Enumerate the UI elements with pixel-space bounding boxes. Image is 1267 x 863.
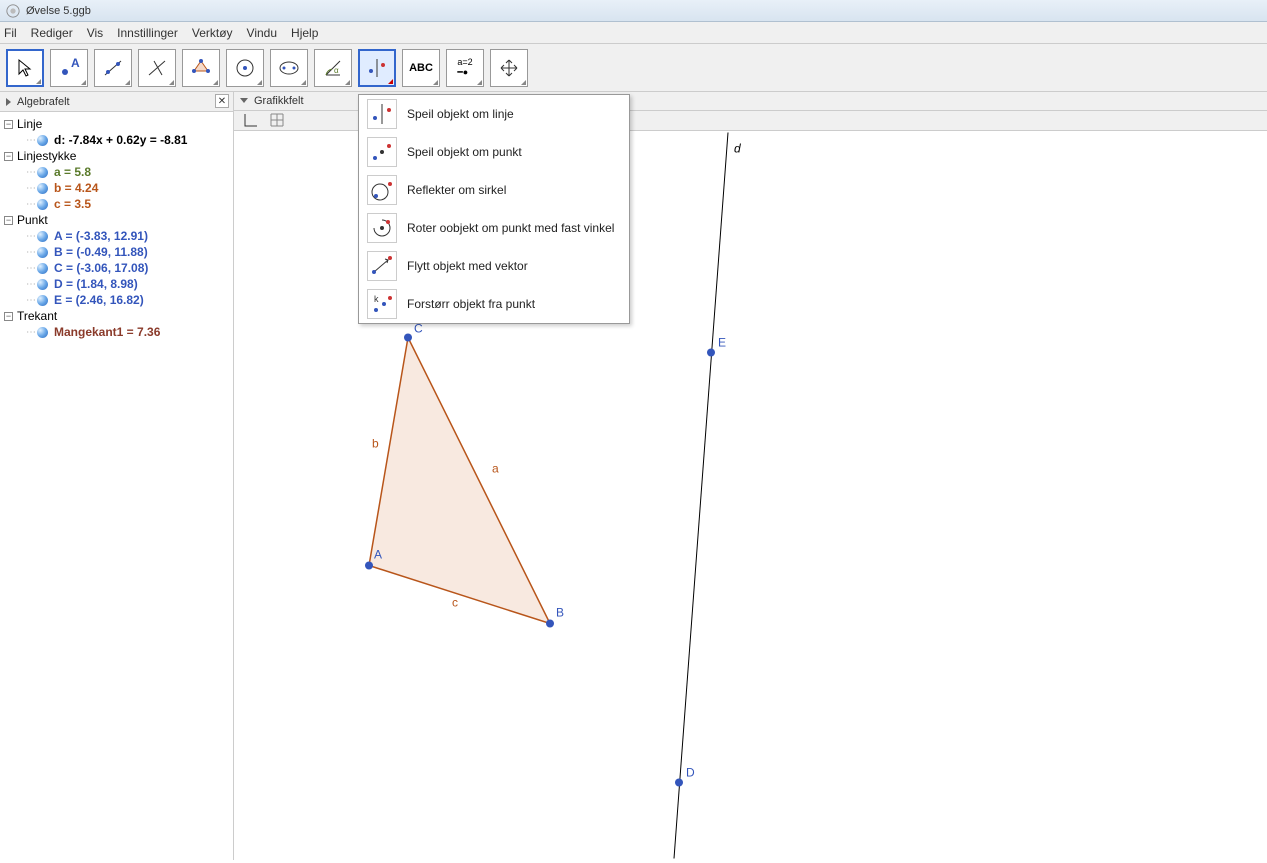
angle-icon: α [322, 57, 344, 79]
polygon-icon [190, 57, 212, 79]
tree-item-b[interactable]: ⋯b = 4.24 [2, 180, 231, 196]
tool-circle[interactable] [226, 49, 264, 87]
dd-rotate[interactable]: Roter oobjekt om punkt med fast vinkel [359, 209, 629, 247]
svg-text:k: k [374, 294, 379, 304]
menu-rediger[interactable]: Rediger [31, 26, 73, 40]
label-point-e: E [718, 336, 726, 350]
collapse-icon [240, 98, 248, 103]
label-side-c: c [452, 596, 458, 610]
label-point-d: D [686, 766, 695, 780]
close-algebra-button[interactable]: ✕ [215, 94, 229, 108]
dd-label: Flytt objekt med vektor [407, 259, 528, 273]
tree-item-pA[interactable]: ⋯A = (-3.83, 12.91) [2, 228, 231, 244]
tree-category-linje[interactable]: −Linje [2, 116, 231, 132]
dd-reflect-point[interactable]: Speil objekt om punkt [359, 133, 629, 171]
line-d[interactable] [674, 133, 728, 859]
tool-move[interactable] [6, 49, 44, 87]
tree-category-trekant[interactable]: −Trekant [2, 308, 231, 324]
reflect-point-icon [370, 140, 394, 164]
reflect-circle-icon [370, 178, 394, 202]
svg-text:α: α [334, 66, 339, 75]
app-icon [6, 4, 20, 18]
tree-item-pE[interactable]: ⋯E = (2.46, 16.82) [2, 292, 231, 308]
label-point-a: A [374, 548, 382, 562]
tree-item-mangekant[interactable]: ⋯Mangekant1 = 7.36 [2, 324, 231, 340]
tool-perpendicular[interactable] [138, 49, 176, 87]
menu-innstillinger[interactable]: Innstillinger [117, 26, 178, 40]
dilate-icon: k [370, 292, 394, 316]
window-titlebar: Øvelse 5.ggb [0, 0, 1267, 22]
circle-icon [234, 57, 256, 79]
graphics-title: Grafikkfelt [254, 95, 304, 107]
label-d: d [734, 142, 741, 156]
tool-slider[interactable]: a=2━● [446, 49, 484, 87]
reflect-line-icon [366, 57, 388, 79]
point-d[interactable] [675, 779, 683, 787]
menu-verktoy[interactable]: Verktøy [192, 26, 233, 40]
tool-polygon[interactable] [182, 49, 220, 87]
tree-category-linjestykke[interactable]: −Linjestykke [2, 148, 231, 164]
algebra-header[interactable]: Algebrafelt ✕ [0, 92, 233, 112]
dd-label: Forstørr objekt fra punkt [407, 297, 535, 311]
text-icon: ABC [409, 62, 433, 74]
algebra-panel: Algebrafelt ✕ −Linje ⋯d: -7.84x + 0.62y … [0, 92, 234, 860]
dd-label: Speil objekt om punkt [407, 145, 522, 159]
point-b[interactable] [546, 620, 554, 628]
move-view-icon [498, 57, 520, 79]
algebra-tree: −Linje ⋯d: -7.84x + 0.62y = -8.81 −Linje… [0, 112, 233, 344]
menubar: Fil Rediger Vis Innstillinger Verktøy Vi… [0, 22, 1267, 44]
svg-text:A: A [71, 57, 80, 70]
dd-reflect-line[interactable]: Speil objekt om linje [359, 95, 629, 133]
triangle-polygon[interactable] [369, 338, 550, 624]
menu-vindu[interactable]: Vindu [247, 26, 277, 40]
point-icon: A [58, 57, 80, 79]
toolbar: A α ABC a=2━● [0, 44, 1267, 92]
menu-hjelp[interactable]: Hjelp [291, 26, 318, 40]
dd-label: Roter oobjekt om punkt med fast vinkel [407, 221, 614, 235]
algebra-title: Algebrafelt [17, 96, 70, 108]
tool-move-view[interactable] [490, 49, 528, 87]
tree-item-d[interactable]: ⋯d: -7.84x + 0.62y = -8.81 [2, 132, 231, 148]
slider-icon: a=2━● [457, 57, 472, 78]
tool-angle[interactable]: α [314, 49, 352, 87]
perpendicular-icon [146, 57, 168, 79]
point-c[interactable] [404, 334, 412, 342]
line-icon [102, 57, 124, 79]
point-a[interactable] [365, 562, 373, 570]
translate-icon [370, 254, 394, 278]
tree-item-c[interactable]: ⋯c = 3.5 [2, 196, 231, 212]
menu-fil[interactable]: Fil [4, 26, 17, 40]
grid-toggle-icon[interactable] [268, 111, 286, 129]
dd-translate[interactable]: Flytt objekt med vektor [359, 247, 629, 285]
tool-conic[interactable] [270, 49, 308, 87]
dd-label: Speil objekt om linje [407, 107, 514, 121]
tool-text[interactable]: ABC [402, 49, 440, 87]
tool-point[interactable]: A [50, 49, 88, 87]
tree-item-pC[interactable]: ⋯C = (-3.06, 17.08) [2, 260, 231, 276]
tree-item-pD[interactable]: ⋯D = (1.84, 8.98) [2, 276, 231, 292]
point-e[interactable] [707, 349, 715, 357]
label-side-a: a [492, 462, 499, 476]
axes-toggle-icon[interactable] [242, 111, 260, 129]
dd-dilate[interactable]: k Forstørr objekt fra punkt [359, 285, 629, 323]
tree-category-punkt[interactable]: −Punkt [2, 212, 231, 228]
conic-icon [278, 57, 300, 79]
reflect-line-icon [370, 102, 394, 126]
label-point-b: B [556, 606, 564, 620]
rotate-icon [370, 216, 394, 240]
arrow-icon [14, 57, 36, 79]
menu-vis[interactable]: Vis [87, 26, 103, 40]
tree-item-a[interactable]: ⋯a = 5.8 [2, 164, 231, 180]
dd-label: Reflekter om sirkel [407, 183, 506, 197]
dd-reflect-circle[interactable]: Reflekter om sirkel [359, 171, 629, 209]
label-side-b: b [372, 437, 379, 451]
transform-dropdown: Speil objekt om linje Speil objekt om pu… [358, 94, 630, 324]
tool-line[interactable] [94, 49, 132, 87]
window-title: Øvelse 5.ggb [26, 5, 91, 17]
tree-item-pB[interactable]: ⋯B = (-0.49, 11.88) [2, 244, 231, 260]
collapse-icon [6, 98, 11, 106]
main-area: Algebrafelt ✕ −Linje ⋯d: -7.84x + 0.62y … [0, 92, 1267, 860]
tool-transform[interactable] [358, 49, 396, 87]
